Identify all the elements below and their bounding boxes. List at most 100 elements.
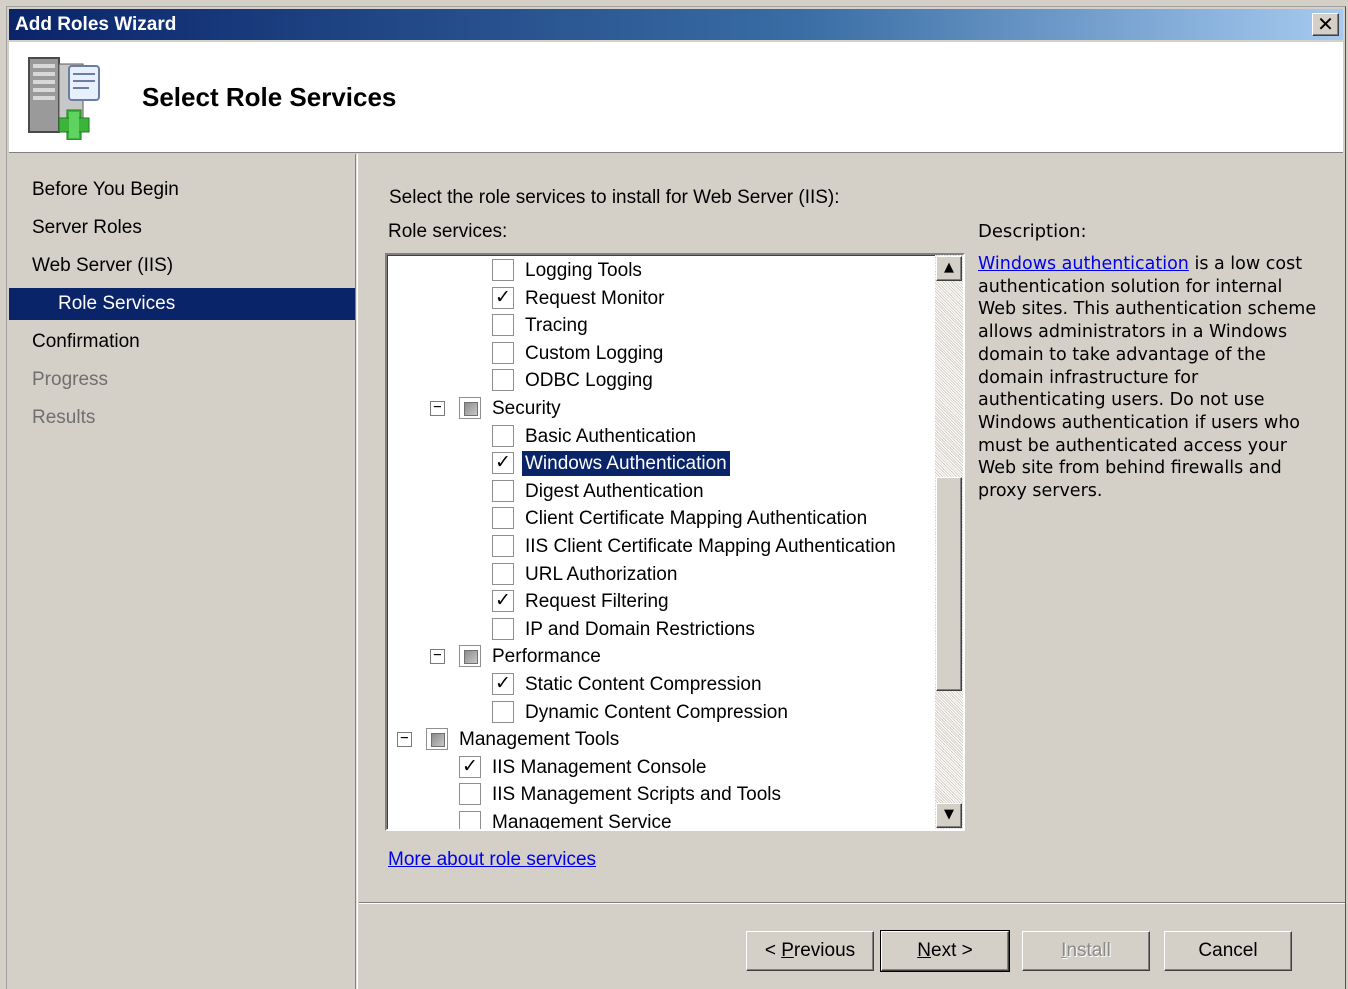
tree-item-label[interactable]: IP and Domain Restrictions [522, 617, 758, 642]
tree-item[interactable]: ✓ Request Monitor [387, 285, 935, 312]
tree-item[interactable]: Logging Tools [387, 257, 935, 284]
tree-item-label[interactable]: Client Certificate Mapping Authenticatio… [522, 506, 870, 531]
tree-item[interactable]: − Security [387, 395, 935, 422]
tree-item-label[interactable]: Management Service [489, 810, 675, 829]
nav-item-web-server-iis[interactable]: Web Server (IIS) [9, 250, 355, 282]
tree-item[interactable]: ✓ Static Content Compression [387, 671, 935, 698]
previous-button-prefix: < [764, 940, 782, 961]
nav-item-server-roles[interactable]: Server Roles [9, 212, 355, 244]
next-button[interactable]: Next > [880, 930, 1010, 972]
tree-item-label[interactable]: Static Content Compression [522, 672, 765, 697]
tree-item[interactable]: URL Authorization [387, 561, 935, 588]
nav-item-role-services[interactable]: Role Services [9, 288, 355, 320]
tree-item-checkbox[interactable] [492, 479, 514, 502]
tree-item-label[interactable]: Security [489, 396, 564, 421]
tree-item-checkbox[interactable] [492, 700, 514, 723]
wizard-header: Select Role Services [9, 42, 1343, 153]
tree-item-checkbox[interactable] [426, 728, 448, 751]
tree-item-label[interactable]: Performance [489, 644, 604, 669]
tree-item[interactable]: ✓ Windows Authentication [387, 450, 935, 478]
scroll-up-button[interactable]: ▲ [936, 256, 962, 281]
previous-button-mnemonic: P [781, 940, 794, 961]
tree-item[interactable]: Tracing [387, 312, 935, 339]
tree-item-label[interactable]: Logging Tools [522, 258, 645, 283]
cancel-button[interactable]: Cancel [1164, 931, 1292, 971]
windows-authentication-link[interactable]: Windows authentication [978, 254, 1189, 274]
tree-item-label[interactable]: Dynamic Content Compression [522, 700, 791, 725]
scroll-down-button[interactable]: ▼ [936, 803, 962, 828]
tree-item-label[interactable]: Digest Authentication [522, 479, 707, 504]
tree-item-checkbox[interactable]: ✓ [492, 590, 514, 613]
tree-item[interactable]: ODBC Logging [387, 367, 935, 394]
tree-item-label[interactable]: IIS Management Scripts and Tools [489, 782, 784, 807]
tree-item-checkbox[interactable] [492, 314, 514, 337]
tree-item[interactable]: Basic Authentication [387, 423, 935, 450]
nav-item-before-you-begin[interactable]: Before You Begin [9, 174, 355, 206]
tree-item[interactable]: − Performance [387, 643, 935, 670]
tree-item[interactable]: IP and Domain Restrictions [387, 616, 935, 643]
tree-item-label[interactable]: Request Monitor [522, 286, 667, 311]
collapse-toggle-icon[interactable]: − [430, 648, 445, 665]
tree-item-checkbox[interactable] [459, 645, 481, 668]
collapse-toggle-icon[interactable]: − [397, 731, 412, 748]
tree-item-checkbox[interactable] [492, 369, 514, 392]
role-services-tree[interactable]: Logging Tools ✓ Request Monitor Tracing Cust… [385, 253, 965, 831]
tree-item-label[interactable]: Request Filtering [522, 589, 672, 614]
role-services-label: Role services: [388, 221, 508, 242]
tree-item[interactable]: Client Certificate Mapping Authenticatio… [387, 505, 935, 532]
description-label: Description: [978, 221, 1087, 242]
install-button-suffix: nstall [1066, 940, 1111, 961]
tree-item-checkbox[interactable]: ✓ [492, 452, 514, 475]
tree-item-label[interactable]: Management Tools [456, 727, 622, 752]
tree-item[interactable]: ✓ Request Filtering [387, 588, 935, 615]
tree-item-checkbox[interactable] [492, 424, 514, 447]
tree-item[interactable]: − Management Tools [387, 726, 935, 753]
tree-item-label[interactable]: Windows Authentication [521, 450, 731, 478]
nav-divider [355, 154, 358, 989]
tree-item-checkbox[interactable] [492, 259, 514, 281]
tree-item[interactable]: IIS Client Certificate Mapping Authentic… [387, 533, 935, 560]
intro-text: Select the role services to install for … [389, 187, 840, 208]
tree-item-checkbox[interactable] [459, 397, 481, 419]
scroll-thumb[interactable] [936, 477, 962, 691]
wizard-window: Add Roles Wizard ✕ Select Role Services … [6, 6, 1346, 989]
more-about-role-services-link[interactable]: More about role services [388, 849, 596, 871]
server-add-icon [28, 57, 100, 140]
content-panel: Select the role services to install for … [359, 154, 1345, 989]
tree-item[interactable]: Management Service [387, 809, 935, 829]
install-button: Install [1022, 931, 1150, 971]
tree-item-checkbox[interactable] [492, 507, 514, 530]
page-title: Select Role Services [142, 82, 397, 112]
tree-item-label[interactable]: IIS Client Certificate Mapping Authentic… [522, 534, 899, 559]
tree-item-checkbox[interactable] [492, 341, 514, 364]
tree-item-checkbox[interactable] [492, 535, 514, 557]
tree-item-label[interactable]: URL Authorization [522, 562, 680, 587]
tree-item-checkbox[interactable] [492, 617, 514, 640]
description-body: is a low cost authentication solution fo… [978, 254, 1317, 502]
tree-item-checkbox[interactable]: ✓ [492, 286, 514, 309]
tree-item-label[interactable]: Custom Logging [522, 341, 666, 366]
window-title: Add Roles Wizard [15, 14, 177, 35]
tree-item-label[interactable]: Basic Authentication [522, 424, 699, 449]
tree-item-checkbox[interactable]: ✓ [459, 755, 481, 778]
tree-item-label[interactable]: IIS Management Console [489, 755, 709, 780]
tree-item-label[interactable]: ODBC Logging [522, 368, 656, 393]
tree-item[interactable]: IIS Management Scripts and Tools [387, 781, 935, 808]
close-button[interactable]: ✕ [1312, 13, 1339, 36]
tree-item[interactable]: Dynamic Content Compression [387, 699, 935, 726]
previous-button[interactable]: < Previous [746, 931, 874, 971]
tree-item[interactable]: ✓ IIS Management Console [387, 754, 935, 781]
tree-item-checkbox[interactable]: ✓ [492, 673, 514, 695]
tree-item-checkbox[interactable] [492, 562, 514, 585]
previous-button-suffix: revious [793, 940, 856, 961]
next-button-suffix: ext > [931, 940, 973, 961]
tree-item-label[interactable]: Tracing [522, 313, 591, 338]
tree-item[interactable]: Digest Authentication [387, 478, 935, 505]
tree-item[interactable]: Custom Logging [387, 340, 935, 367]
collapse-toggle-icon[interactable]: − [430, 400, 445, 416]
tree-scrollbar[interactable]: ▲ ▼ [935, 255, 963, 829]
tree-item-checkbox[interactable] [459, 783, 481, 806]
tree-item-checkbox[interactable] [459, 811, 481, 829]
title-bar[interactable]: Add Roles Wizard ✕ [9, 9, 1343, 40]
nav-item-confirmation[interactable]: Confirmation [9, 326, 355, 358]
